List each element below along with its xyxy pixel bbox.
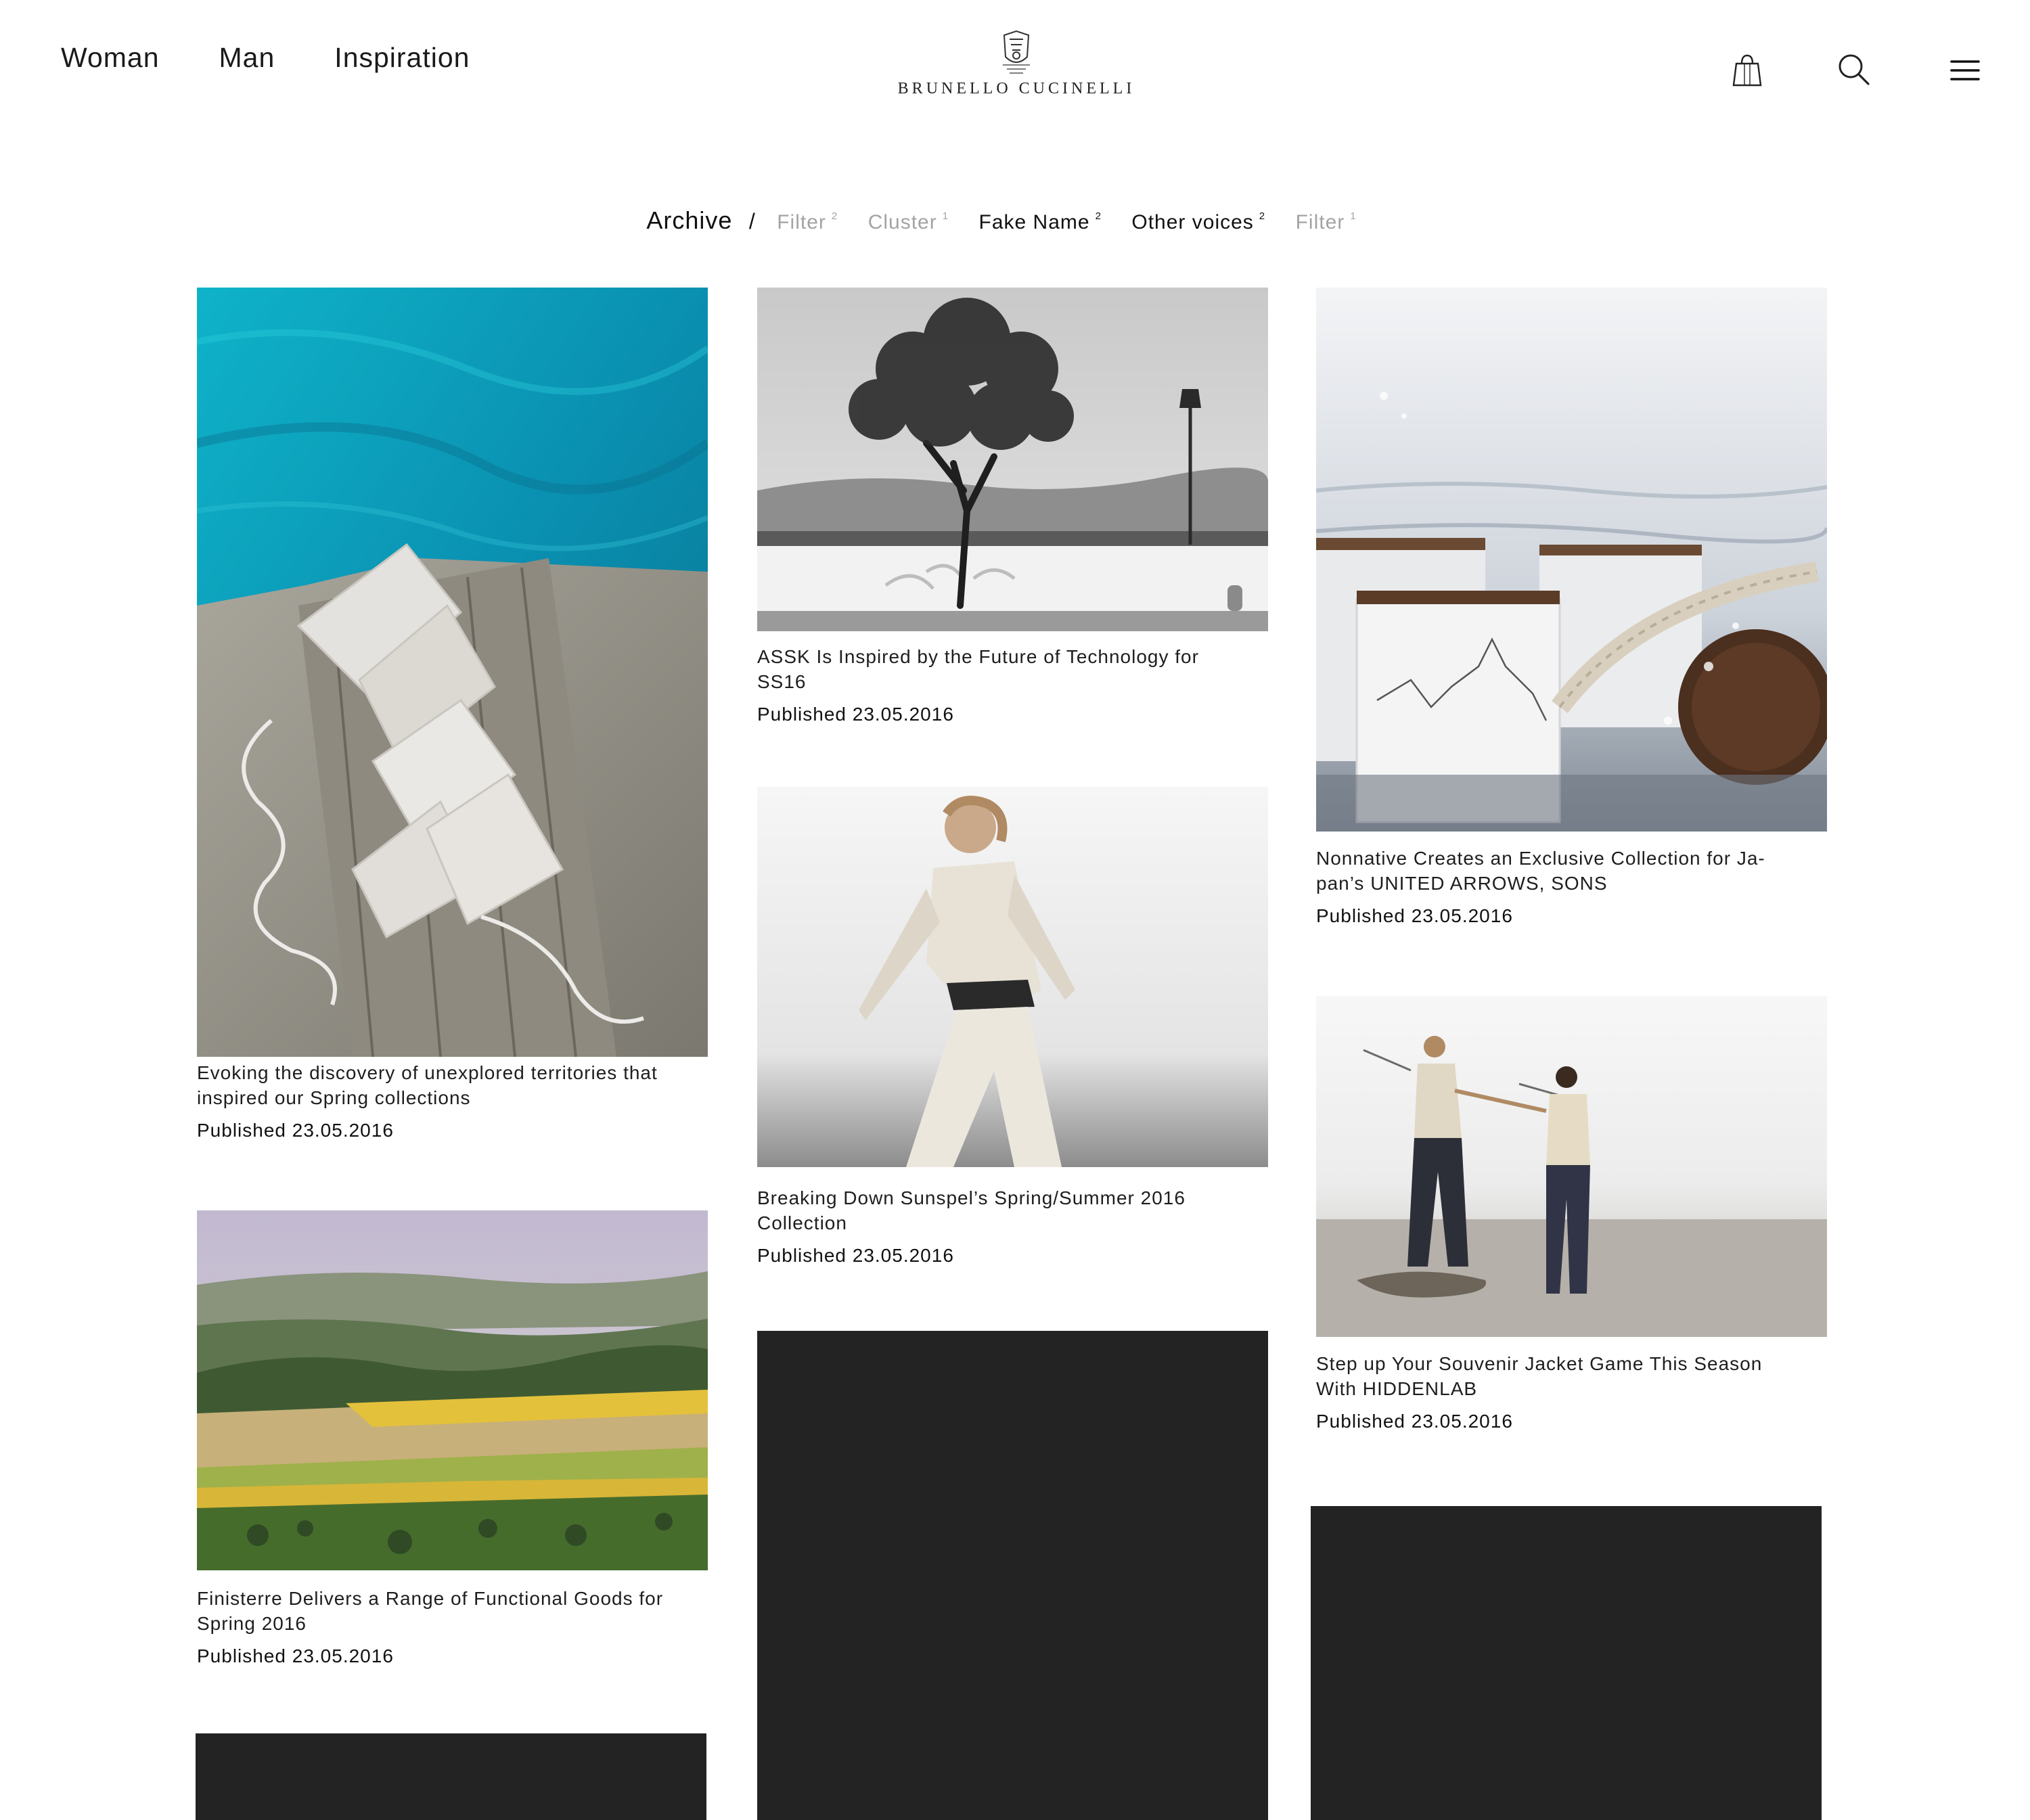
filter-filter-1[interactable]: Filter 2 <box>777 210 838 234</box>
filter-filter-2[interactable]: Filter 1 <box>1296 210 1357 234</box>
main-nav: Woman Man Inspiration <box>61 42 470 74</box>
image-placeholder <box>196 1733 706 1820</box>
filter-count: 1 <box>1350 210 1357 222</box>
archive-filter-bar: Archive / Filter 2 Cluster 1 Fake Name 2 Ot… <box>0 206 2030 235</box>
nav-inspiration[interactable]: Inspiration <box>334 42 470 74</box>
article-image-pillows-on-dock[interactable] <box>197 288 708 1057</box>
article-date: Published 23.05.2016 <box>757 704 954 725</box>
filter-label: Other voices <box>1131 211 1254 233</box>
article-date: Published 23.05.2016 <box>1316 905 1513 926</box>
brand-name: BRUNELLO CUCINELLI <box>897 80 1135 97</box>
article-title[interactable]: Breaking Down Sunspel’s Spring/Summer 20… <box>757 1185 1244 1235</box>
article-title[interactable]: Finisterre Delivers a Range of Functiona… <box>197 1586 684 1636</box>
article-date: Published 23.05.2016 <box>757 1245 954 1266</box>
filter-count: 1 <box>942 210 949 222</box>
crest-icon <box>1003 30 1030 74</box>
hamburger-menu-icon[interactable] <box>1950 60 1980 85</box>
filter-count: 2 <box>1095 210 1102 222</box>
breadcrumb-separator: / <box>748 209 755 233</box>
nav-man[interactable]: Man <box>219 42 275 74</box>
filter-label: Filter <box>777 211 826 233</box>
filter-other-voices[interactable]: Other voices 2 <box>1131 210 1265 234</box>
article-image-olive-tree[interactable] <box>757 288 1268 631</box>
shopping-bag-icon[interactable] <box>1731 53 1763 91</box>
filter-count: 2 <box>1259 210 1266 222</box>
nav-woman[interactable]: Woman <box>61 42 160 74</box>
article-date: Published 23.05.2016 <box>197 1120 394 1141</box>
search-icon[interactable] <box>1837 53 1871 90</box>
article-image-two-women-beach[interactable] <box>1316 996 1827 1337</box>
article-title[interactable]: Step up Your Souvenir Jacket Game This S… <box>1316 1351 1803 1401</box>
archive-title: Archive <box>646 206 733 234</box>
article-image-landscape[interactable] <box>197 1210 708 1570</box>
article-date: Published 23.05.2016 <box>197 1645 394 1666</box>
filter-label: Fake Name <box>978 211 1090 233</box>
article-title[interactable]: Evoking the discovery of unexplored terr… <box>197 1060 684 1110</box>
article-date: Published 23.05.2016 <box>1316 1411 1513 1432</box>
article-image-candle[interactable] <box>1316 288 1827 832</box>
filter-label: Cluster <box>867 211 937 233</box>
image-placeholder <box>757 1331 1268 1820</box>
article-image-woman-in-cream[interactable] <box>757 787 1268 1167</box>
filter-fake-name[interactable]: Fake Name 2 <box>979 210 1102 234</box>
filter-label: Filter <box>1295 211 1345 233</box>
filter-cluster[interactable]: Cluster 1 <box>868 210 949 234</box>
filter-count: 2 <box>831 210 838 222</box>
brand-logo[interactable]: BRUNELLO CUCINELLI <box>895 30 1138 98</box>
image-placeholder <box>1311 1506 1822 1820</box>
article-title[interactable]: ASSK Is Inspired by the Future of Techno… <box>757 644 1244 694</box>
article-title[interactable]: Nonnative Creates an Exclusive Collectio… <box>1316 846 1803 896</box>
